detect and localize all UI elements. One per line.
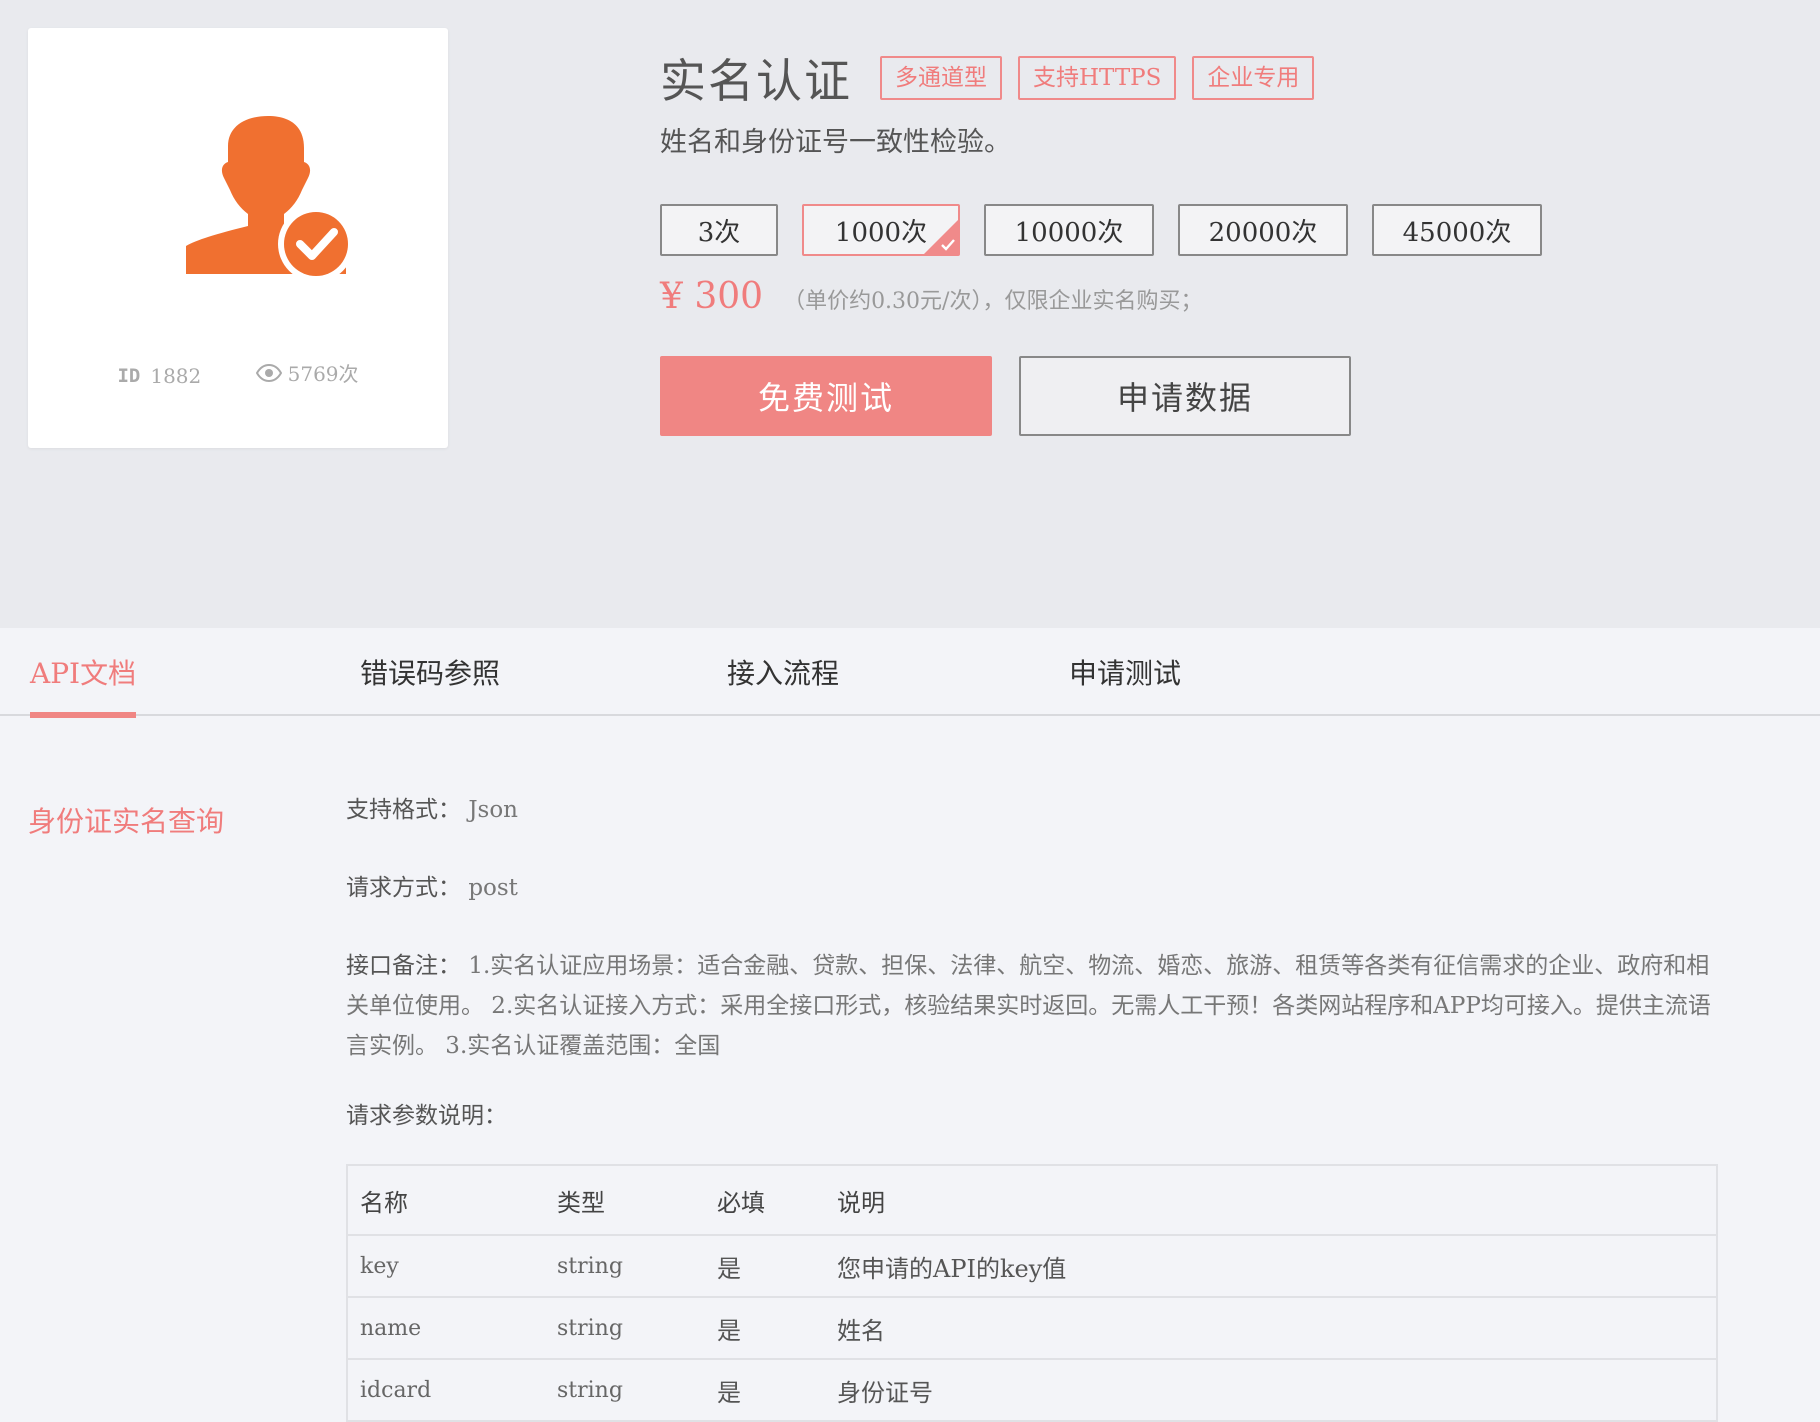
free-test-button[interactable]: 免费测试 [660,356,992,436]
user-verified-icon [186,116,354,282]
col-type: 类型 [545,1165,705,1236]
price-amount: ¥ 300 [660,276,764,317]
cell-required: 是 [705,1235,825,1298]
remark-block: 接口备注： 1.实名认证应用场景：适合金融、贷款、担保、法律、航空、物流、婚恋、… [346,946,1716,1066]
params-label: 请求参数说明： [346,1103,507,1129]
tab-api-doc[interactable]: API文档 [30,628,137,718]
apply-data-button[interactable]: 申请数据 [1019,356,1351,436]
id-value: 1882 [150,363,202,388]
tag-multichannel: 多通道型 [880,56,1002,100]
remark-text: 1.实名认证应用场景：适合金融、贷款、担保、法律、航空、物流、婚恋、旅游、租赁等… [346,953,1711,1059]
cell-description: 您申请的API的key值 [825,1235,1717,1298]
id-meta: ID 1882 [117,364,201,388]
package-label: 20000次 [1208,217,1318,248]
doc-tabs: API文档 错误码参照 接入流程 申请测试 [0,628,1820,718]
cell-required: 是 [705,1297,825,1360]
package-option-1000[interactable]: 1000次 [802,204,960,256]
method-value: post [468,875,518,901]
section-title[interactable]: 身份证实名查询 [28,800,224,840]
tab-apply-test[interactable]: 申请测试 [1069,628,1181,716]
table-header-row: 名称 类型 必填 说明 [347,1165,1717,1236]
package-option-45000[interactable]: 45000次 [1372,204,1542,256]
tab-integration-flow[interactable]: 接入流程 [727,628,839,716]
price-row: ¥ 300 （单价约0.30元/次），仅限企业实名购买； [660,276,1202,317]
title-row: 实名认证 多通道型 支持HTTPS 企业专用 [660,48,1330,108]
method-line: 请求方式： post [346,868,1716,908]
col-required: 必填 [705,1165,825,1236]
format-line: 支持格式： Json [346,790,1716,830]
check-icon [941,239,955,251]
package-label: 10000次 [1014,217,1124,248]
format-value: Json [468,797,518,823]
product-card: ID 1882 5769次 [28,28,448,448]
method-label: 请求方式： [346,875,461,901]
cell-description: 身份证号 [825,1359,1717,1422]
cell-type: string [545,1359,705,1422]
package-label: 1000次 [834,217,928,248]
table-row: name string 是 姓名 [347,1297,1717,1360]
package-option-3[interactable]: 3次 [660,204,778,256]
table-row: idcard string 是 身份证号 [347,1359,1717,1422]
product-meta: ID 1882 5769次 [28,358,448,388]
cell-name: idcard [347,1359,545,1422]
id-icon: ID [117,364,141,387]
cell-name: key [347,1235,545,1298]
views-meta: 5769次 [255,358,359,387]
tag-https: 支持HTTPS [1018,56,1177,100]
product-subtitle: 姓名和身份证号一致性检验。 [660,127,1011,158]
page-title: 实名认证 [660,54,852,108]
col-name: 名称 [347,1165,545,1236]
eye-icon [255,363,282,382]
package-option-10000[interactable]: 10000次 [984,204,1154,256]
cell-name: name [347,1297,545,1360]
cell-type: string [545,1235,705,1298]
cell-required: 是 [705,1359,825,1422]
api-doc-content: 支持格式： Json 请求方式： post 接口备注： 1.实名认证应用场景：适… [346,790,1718,1422]
col-description: 说明 [825,1165,1717,1236]
remark-label: 接口备注： [346,953,461,979]
package-option-20000[interactable]: 20000次 [1178,204,1348,256]
format-label: 支持格式： [346,797,461,823]
table-row: key string 是 您申请的API的key值 [347,1235,1717,1298]
tag-enterprise: 企业专用 [1192,56,1315,100]
views-count: 5769次 [287,362,359,386]
package-label: 3次 [697,217,741,248]
cell-description: 姓名 [825,1297,1717,1360]
cell-type: string [545,1297,705,1360]
tab-error-codes[interactable]: 错误码参照 [360,628,500,716]
price-note: （单价约0.30元/次），仅限企业实名购买； [783,289,1203,314]
package-label: 45000次 [1402,217,1512,248]
package-options: 3次 1000次 10000次 20000次 45000次 [660,204,1566,256]
product-header: ID 1882 5769次 实名认证 多通道型 支持HTTPS 企业专用 姓名和… [0,0,1820,628]
params-table: 名称 类型 必填 说明 key string 是 您申请的API的key值 na… [346,1164,1718,1422]
